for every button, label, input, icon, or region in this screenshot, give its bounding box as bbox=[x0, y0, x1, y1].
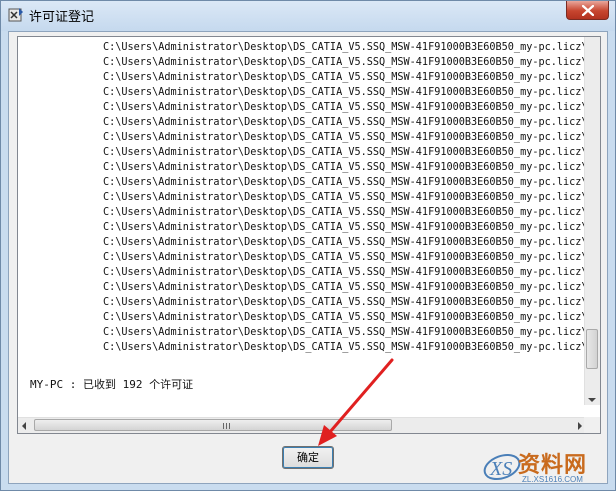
window-title: 许可证登记 bbox=[29, 10, 95, 25]
dialog-client-area: C:\Users\Administrator\Desktop\DS_CATIA_… bbox=[8, 31, 608, 484]
vertical-scroll-thumb[interactable] bbox=[586, 329, 598, 369]
license-log-line: C:\Users\Administrator\Desktop\DS_CATIA_… bbox=[103, 192, 590, 203]
scroll-down-arrow-icon[interactable] bbox=[588, 398, 596, 402]
scroll-grip-icon bbox=[223, 423, 231, 429]
scrollbar-corner bbox=[584, 417, 600, 433]
license-log-line: C:\Users\Administrator\Desktop\DS_CATIA_… bbox=[103, 342, 590, 353]
license-log-line: C:\Users\Administrator\Desktop\DS_CATIA_… bbox=[103, 72, 590, 83]
license-registration-window: 许可证登记 C:\Users\Administrator\Desktop\DS_… bbox=[0, 0, 616, 491]
license-log-line: C:\Users\Administrator\Desktop\DS_CATIA_… bbox=[103, 327, 590, 338]
watermark-logo-icon: XS bbox=[483, 453, 521, 481]
license-log-line: C:\Users\Administrator\Desktop\DS_CATIA_… bbox=[103, 87, 590, 98]
license-log-lines: C:\Users\Administrator\Desktop\DS_CATIA_… bbox=[18, 37, 590, 421]
license-log-line: C:\Users\Administrator\Desktop\DS_CATIA_… bbox=[103, 297, 590, 308]
title-bar[interactable]: 许可证登记 bbox=[1, 1, 615, 31]
license-log-line: C:\Users\Administrator\Desktop\DS_CATIA_… bbox=[103, 237, 590, 248]
license-log-line: C:\Users\Administrator\Desktop\DS_CATIA_… bbox=[103, 162, 590, 173]
license-log-line: C:\Users\Administrator\Desktop\DS_CATIA_… bbox=[103, 177, 590, 188]
close-icon bbox=[582, 5, 594, 16]
svg-text:XS: XS bbox=[489, 458, 512, 480]
license-log-line: C:\Users\Administrator\Desktop\DS_CATIA_… bbox=[103, 222, 590, 233]
scroll-left-arrow-icon[interactable] bbox=[22, 422, 26, 430]
watermark-url: ZL.XS1616.COM bbox=[522, 475, 583, 484]
license-log-line: C:\Users\Administrator\Desktop\DS_CATIA_… bbox=[103, 312, 590, 323]
ok-button[interactable]: 确定 bbox=[282, 446, 334, 469]
license-log-line: C:\Users\Administrator\Desktop\DS_CATIA_… bbox=[103, 57, 590, 68]
license-log-line: C:\Users\Administrator\Desktop\DS_CATIA_… bbox=[103, 147, 590, 158]
license-log-line: C:\Users\Administrator\Desktop\DS_CATIA_… bbox=[103, 117, 590, 128]
license-log-line: C:\Users\Administrator\Desktop\DS_CATIA_… bbox=[103, 102, 590, 113]
license-log-line: C:\Users\Administrator\Desktop\DS_CATIA_… bbox=[103, 267, 590, 278]
license-log-textarea[interactable]: C:\Users\Administrator\Desktop\DS_CATIA_… bbox=[17, 36, 601, 434]
license-log-line: C:\Users\Administrator\Desktop\DS_CATIA_… bbox=[103, 132, 590, 143]
horizontal-scroll-thumb[interactable] bbox=[34, 419, 392, 431]
license-count-status: MY-PC : 已收到 192 个许可证 bbox=[30, 378, 194, 391]
horizontal-scrollbar[interactable] bbox=[18, 417, 586, 433]
license-log-line: C:\Users\Administrator\Desktop\DS_CATIA_… bbox=[103, 282, 590, 293]
close-button[interactable] bbox=[566, 1, 609, 20]
vertical-scrollbar[interactable] bbox=[584, 37, 600, 405]
license-log-line: C:\Users\Administrator\Desktop\DS_CATIA_… bbox=[103, 207, 590, 218]
watermark: XS 资料网 ZL.XS1616.COM bbox=[482, 445, 612, 489]
scroll-right-arrow-icon[interactable] bbox=[578, 422, 582, 430]
license-log-line: C:\Users\Administrator\Desktop\DS_CATIA_… bbox=[103, 252, 590, 263]
license-log-line: C:\Users\Administrator\Desktop\DS_CATIA_… bbox=[103, 42, 590, 53]
license-app-icon bbox=[8, 7, 24, 23]
